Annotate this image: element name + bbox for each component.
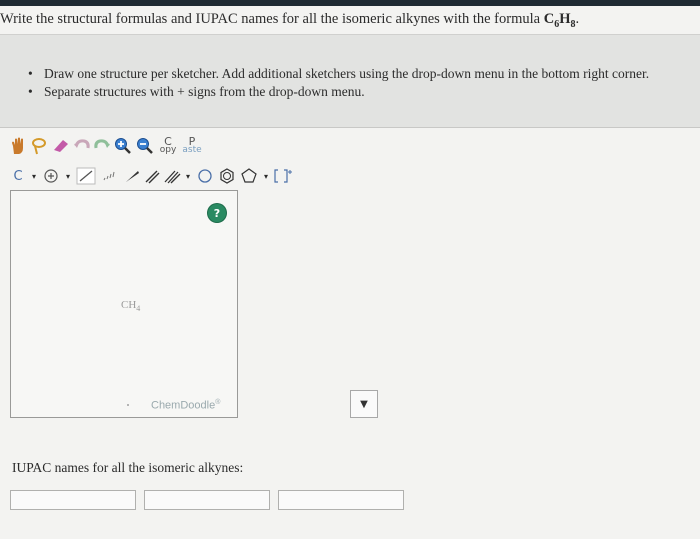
element-dropdown-icon[interactable]: ▾	[28, 165, 40, 187]
element-label: C	[13, 168, 23, 184]
bracket-charge-icon[interactable]	[272, 165, 294, 187]
bond-dropdown-icon[interactable]: ▾	[182, 165, 194, 187]
redo-icon[interactable]	[92, 135, 112, 157]
instructions-list: • Draw one structure per sketcher. Add ad…	[28, 65, 649, 101]
undo-icon[interactable]	[72, 135, 92, 157]
formula-h: H	[559, 11, 571, 27]
hashed-bond-icon[interactable]	[98, 165, 122, 187]
lasso-icon[interactable]	[28, 135, 50, 157]
question-suffix: .	[575, 11, 580, 27]
formula: C6H8	[543, 11, 576, 30]
double-bond-icon[interactable]	[142, 165, 162, 187]
charge-plus-icon[interactable]	[40, 165, 62, 187]
iupac-answer-2[interactable]	[144, 490, 270, 510]
add-sketcher-dropdown[interactable]: ▼	[350, 390, 378, 418]
instruction-item: • Separate structures with + signs from t…	[28, 83, 649, 101]
iupac-answer-1[interactable]	[10, 490, 136, 510]
sketcher-toolbar-top: C opy P aste	[8, 133, 204, 159]
single-bond-icon[interactable]	[74, 165, 98, 187]
iupac-answer-3[interactable]	[278, 490, 404, 510]
chemdoodle-logo: ChemDoodle®	[151, 399, 221, 412]
triple-bond-icon[interactable]	[162, 165, 182, 187]
instruction-text: Draw one structure per sketcher. Add add…	[44, 66, 650, 81]
copy-label-bottom: opy	[159, 145, 177, 155]
cyclopentane-icon[interactable]	[238, 165, 260, 187]
copy-button[interactable]: C opy	[156, 135, 180, 157]
help-symbol: ?	[213, 206, 221, 220]
instructions-panel: • Draw one structure per sketcher. Add ad…	[0, 34, 700, 128]
element-picker[interactable]: C	[8, 165, 28, 187]
instruction-text: Separate structures with + signs from th…	[44, 84, 365, 99]
benzene-icon[interactable]	[216, 165, 238, 187]
cyclopropane-icon[interactable]	[194, 165, 216, 187]
bullet: •	[28, 84, 33, 99]
sketcher-canvas[interactable]: ? CH4 ChemDoodle®	[10, 190, 238, 418]
question-prefix: Write the structural formulas and IUPAC …	[0, 11, 544, 27]
zoom-in-icon[interactable]	[112, 135, 134, 157]
hand-icon[interactable]	[8, 135, 28, 157]
paste-button[interactable]: P aste	[180, 135, 204, 157]
charge-dropdown-icon[interactable]: ▾	[62, 165, 74, 187]
molecule-main: CH	[121, 299, 137, 311]
sketcher-toolbar-bottom: C ▾ ▾ ▾ ▾	[8, 164, 294, 188]
brand-text: ChemDoodle	[151, 399, 216, 412]
chevron-down-icon: ▼	[360, 398, 368, 410]
eraser-icon[interactable]	[50, 135, 72, 157]
molecule-sub: 4	[136, 304, 141, 314]
wedge-bond-icon[interactable]	[122, 165, 142, 187]
methane-label: CH4	[121, 299, 140, 313]
paste-label-bottom: aste	[182, 145, 202, 155]
canvas-dot	[127, 404, 129, 406]
question-text: Write the structural formulas and IUPAC …	[0, 6, 700, 32]
bullet: •	[28, 66, 33, 81]
formula-c: C	[543, 11, 555, 27]
ring-dropdown-icon[interactable]: ▾	[260, 165, 272, 187]
iupac-label: IUPAC names for all the isomeric alkynes…	[12, 460, 244, 475]
zoom-out-icon[interactable]	[134, 135, 156, 157]
help-icon[interactable]: ?	[208, 204, 226, 222]
instruction-item: • Draw one structure per sketcher. Add ad…	[28, 65, 649, 83]
